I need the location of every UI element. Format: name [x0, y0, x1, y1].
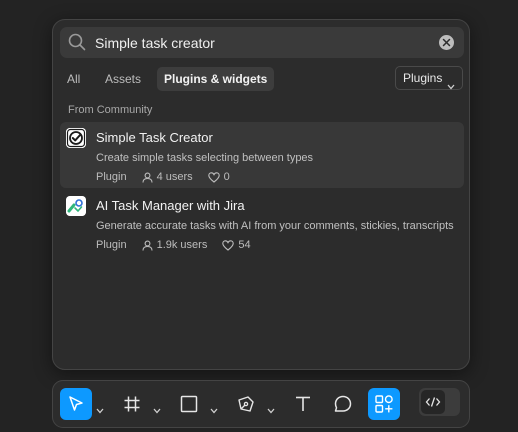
heart-icon [222, 239, 235, 251]
chevron-down-icon [447, 75, 455, 97]
dropdown-label: Plugins [403, 71, 443, 85]
plugins-filter-dropdown[interactable]: Plugins [395, 66, 463, 90]
clear-search-icon[interactable] [439, 35, 454, 50]
like-count: 0 [223, 171, 230, 183]
plugin-description: Generate accurate tasks with AI from you… [96, 220, 454, 232]
cursor-icon [69, 396, 83, 411]
tab-all[interactable]: All [60, 67, 87, 91]
user-icon [142, 172, 153, 183]
heart-icon [207, 171, 220, 183]
shapes-plus-icon [375, 395, 393, 413]
code-icon [421, 390, 445, 414]
plugin-title: AI Task Manager with Jira [96, 198, 245, 213]
search-icon [68, 33, 86, 56]
plugin-description: Create simple tasks selecting between ty… [96, 152, 314, 164]
shape-tool-chevron-icon[interactable] [210, 401, 218, 419]
user-count: 1.9k users [156, 239, 208, 251]
plugin-meta: Plugin 1.9k users 54 [96, 239, 251, 251]
user-count: 4 users [156, 171, 193, 183]
pen-tool-chevron-icon[interactable] [267, 401, 275, 419]
pen-icon [238, 396, 254, 412]
text-tool-button[interactable] [290, 388, 316, 420]
section-label: From Community [68, 104, 153, 116]
search-bar[interactable] [60, 27, 464, 58]
checkmark-badge-icon [66, 128, 86, 148]
user-icon [142, 240, 153, 251]
frame-tool-chevron-icon[interactable] [153, 401, 161, 419]
tab-assets[interactable]: Assets [98, 67, 148, 91]
rectangle-icon [180, 395, 198, 413]
plugin-meta: Plugin 4 users 0 [96, 171, 230, 183]
plugin-type: Plugin [96, 239, 127, 251]
actions-button[interactable] [368, 388, 400, 420]
search-input[interactable] [95, 27, 425, 58]
text-icon [296, 396, 310, 411]
plugin-type: Plugin [96, 171, 127, 183]
comment-tool-button[interactable] [330, 388, 356, 420]
shape-tool-button[interactable] [176, 388, 202, 420]
tab-plugins-widgets[interactable]: Plugins & widgets [157, 67, 275, 91]
bottom-toolbar [52, 380, 470, 428]
move-tool-button[interactable] [60, 388, 92, 420]
move-tool-chevron-icon[interactable] [96, 401, 104, 419]
list-item[interactable]: Simple Task Creator Create simple tasks … [60, 122, 464, 188]
like-count: 54 [238, 239, 251, 251]
list-item[interactable]: AI Task Manager with Jira Generate accur… [60, 190, 464, 256]
frame-tool-button[interactable] [119, 388, 145, 420]
ai-task-manager-logo [66, 196, 86, 216]
frame-icon [124, 396, 140, 412]
pen-tool-button[interactable] [233, 388, 259, 420]
quick-actions-panel: All Assets Plugins & widgets Plugins Fro… [52, 19, 470, 370]
dev-mode-toggle[interactable] [419, 388, 460, 416]
comment-icon [334, 395, 352, 412]
plugin-title: Simple Task Creator [96, 130, 213, 145]
